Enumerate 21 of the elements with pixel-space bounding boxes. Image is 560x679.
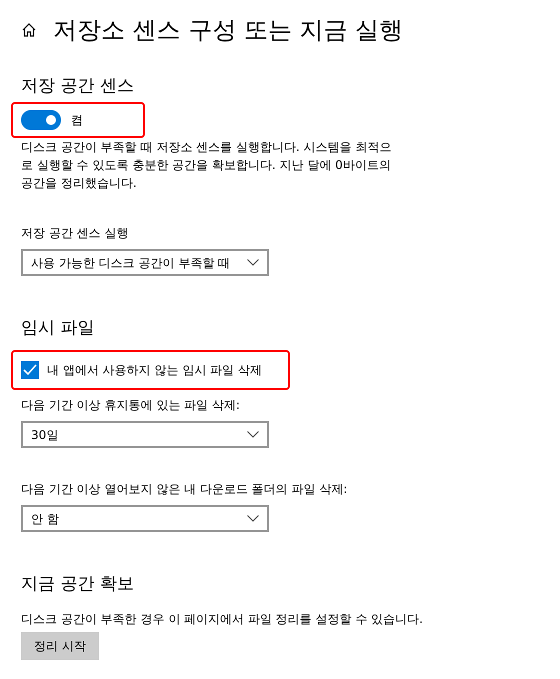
page-title: 저장소 센스 구성 또는 지금 실행: [53, 15, 404, 46]
dropdown[interactable]: 30일: [21, 421, 269, 448]
checkbox[interactable]: [21, 361, 39, 379]
chevron-down-icon: [247, 259, 259, 266]
toggle-switch[interactable]: [21, 110, 61, 130]
toggle-label: 켬: [71, 112, 83, 129]
description-text: 디스크 공간이 부족할 때 저장소 센스를 실행합니다. 시스템을 최적으 로 실행할 수 있도록 충분한 공간을 확보합니다. 지난 달에 0바이트의 공간을 정리했습니다.: [21, 139, 392, 192]
section-heading: 임시 파일: [21, 317, 96, 340]
dropdown-label: 다음 기간 이상 열어보지 않은 내 다운로드 폴더의 파일 삭제:: [21, 481, 348, 498]
chevron-down-icon: [247, 515, 259, 522]
home-icon[interactable]: [21, 22, 37, 38]
dropdown-label: 다음 기간 이상 휴지통에 있는 파일 삭제:: [21, 397, 241, 414]
dropdown-label: 저장 공간 센스 실행: [21, 225, 130, 242]
section-heading: 지금 공간 확보: [21, 573, 135, 596]
description-text: 디스크 공간이 부족한 경우 이 페이지에서 파일 정리를 설정할 수 있습니다.: [21, 611, 424, 628]
start-cleanup-button[interactable]: 정리 시작: [21, 632, 99, 660]
chevron-down-icon: [247, 431, 259, 438]
checkbox-label: 내 앱에서 사용하지 않는 임시 파일 삭제: [47, 362, 262, 379]
section-heading: 저장 공간 센스: [21, 75, 135, 98]
dropdown[interactable]: 사용 가능한 디스크 공간이 부족할 때: [21, 249, 269, 276]
dropdown[interactable]: 안 함: [21, 505, 269, 532]
